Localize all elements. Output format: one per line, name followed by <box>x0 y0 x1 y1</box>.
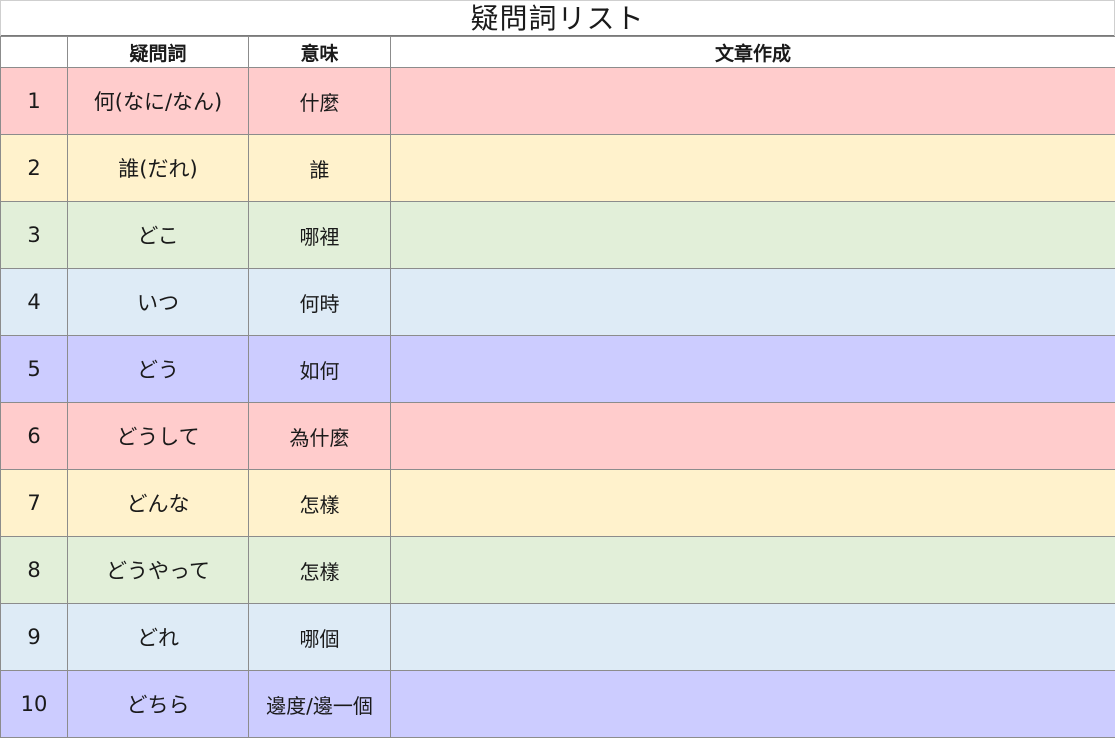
table-row: 9 どれ 哪個 <box>1 604 1115 671</box>
row-number: 3 <box>1 202 68 269</box>
question-word-cell: どちら <box>68 671 249 738</box>
header-meaning: 意味 <box>249 37 391 68</box>
question-word-cell: どうやって <box>68 537 249 604</box>
meaning-cell: 怎樣 <box>249 470 391 537</box>
table-row: 10 どちら 邊度/邊一個 <box>1 671 1115 738</box>
question-word-table: 疑問詞 意味 文章作成 1 何(なに/なん) 什麼 2 誰(だれ) 誰 3 どこ… <box>0 36 1115 738</box>
sentence-cell[interactable] <box>391 671 1115 738</box>
sentence-cell[interactable] <box>391 470 1115 537</box>
table-row: 7 どんな 怎樣 <box>1 470 1115 537</box>
question-word-cell: いつ <box>68 269 249 336</box>
question-word-cell: どんな <box>68 470 249 537</box>
sentence-cell[interactable] <box>391 135 1115 202</box>
sentence-cell[interactable] <box>391 336 1115 403</box>
sheet-title: 疑問詞リスト <box>1 1 1114 36</box>
question-word-cell: どう <box>68 336 249 403</box>
sentence-cell[interactable] <box>391 537 1115 604</box>
table-row: 4 いつ 何時 <box>1 269 1115 336</box>
question-word-cell: どうして <box>68 403 249 470</box>
row-number: 6 <box>1 403 68 470</box>
worksheet: 疑問詞リスト 疑問詞 意味 文章作成 1 何(なに/なん) 什麼 2 <box>0 0 1115 736</box>
sentence-cell[interactable] <box>391 604 1115 671</box>
meaning-cell: 什麼 <box>249 68 391 135</box>
meaning-cell: 怎樣 <box>249 537 391 604</box>
row-number: 2 <box>1 135 68 202</box>
sentence-cell[interactable] <box>391 269 1115 336</box>
meaning-cell: 哪個 <box>249 604 391 671</box>
row-number: 5 <box>1 336 68 403</box>
sentence-cell[interactable] <box>391 68 1115 135</box>
row-number: 1 <box>1 68 68 135</box>
table-row: 8 どうやって 怎樣 <box>1 537 1115 604</box>
meaning-cell: 誰 <box>249 135 391 202</box>
question-word-cell: どれ <box>68 604 249 671</box>
sentence-cell[interactable] <box>391 202 1115 269</box>
header-number <box>1 37 68 68</box>
row-number: 9 <box>1 604 68 671</box>
question-word-cell: 何(なに/なん) <box>68 68 249 135</box>
header-question-word: 疑問詞 <box>68 37 249 68</box>
question-word-cell: 誰(だれ) <box>68 135 249 202</box>
meaning-cell: 何時 <box>249 269 391 336</box>
sentence-cell[interactable] <box>391 403 1115 470</box>
row-number: 8 <box>1 537 68 604</box>
meaning-cell: 為什麼 <box>249 403 391 470</box>
meaning-cell: 如何 <box>249 336 391 403</box>
header-row: 疑問詞 意味 文章作成 <box>1 37 1115 68</box>
row-number: 7 <box>1 470 68 537</box>
table-row: 2 誰(だれ) 誰 <box>1 135 1115 202</box>
table-row: 1 何(なに/なん) 什麼 <box>1 68 1115 135</box>
header-sentence: 文章作成 <box>391 37 1115 68</box>
meaning-cell: 哪裡 <box>249 202 391 269</box>
question-word-cell: どこ <box>68 202 249 269</box>
meaning-cell: 邊度/邊一個 <box>249 671 391 738</box>
table-row: 6 どうして 為什麼 <box>1 403 1115 470</box>
row-number: 10 <box>1 671 68 738</box>
table-row: 5 どう 如何 <box>1 336 1115 403</box>
table-row: 3 どこ 哪裡 <box>1 202 1115 269</box>
row-number: 4 <box>1 269 68 336</box>
